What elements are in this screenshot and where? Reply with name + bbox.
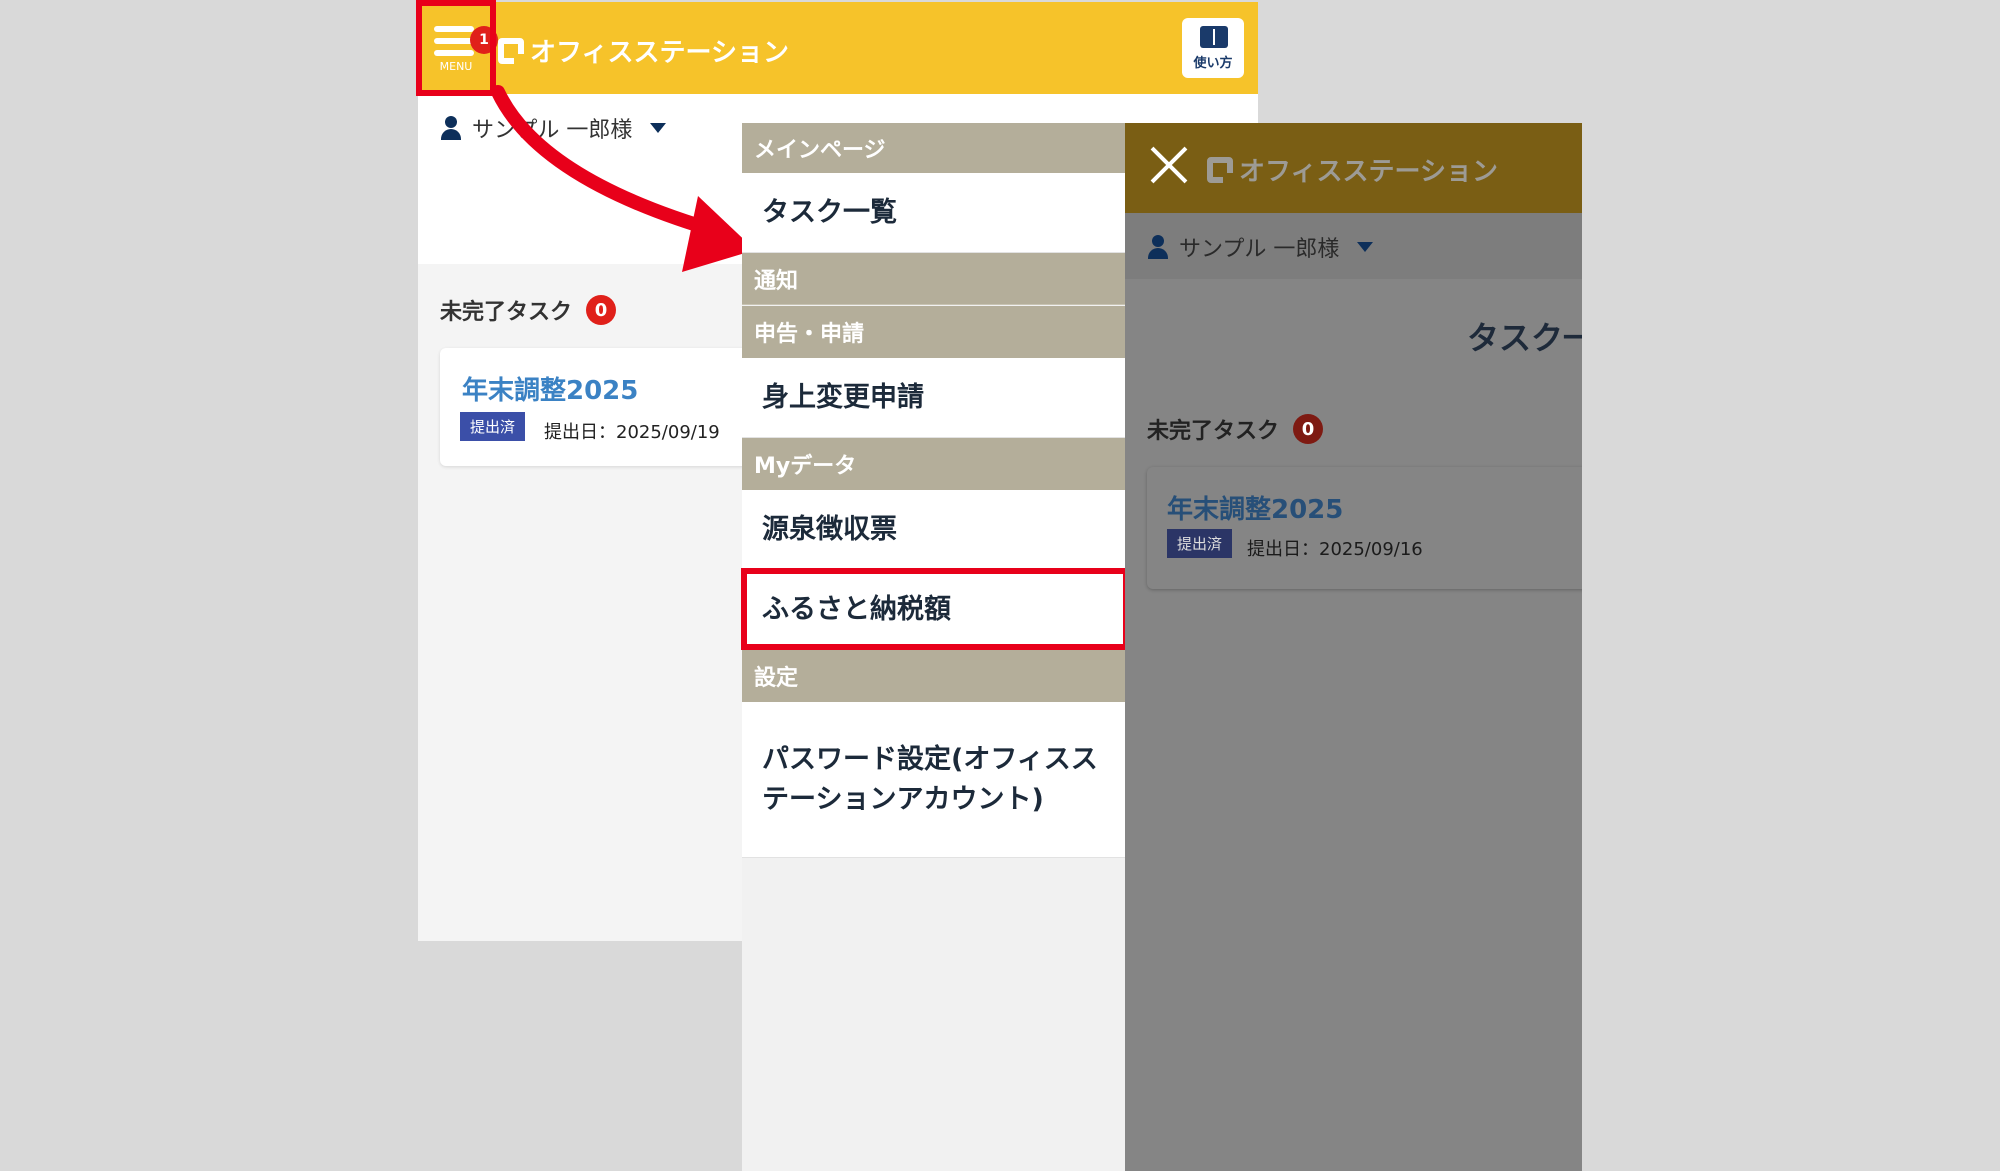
- dimmed-user-name: サンプル 一郎様: [1179, 237, 1340, 262]
- dimmed-task-card: 年末調整2025 提出済 提出日：2025/09/16: [1147, 467, 1582, 589]
- dimmed-incomplete-tasks-label: 未完了タスク: [1147, 419, 1280, 444]
- right-phone-screen-dimmed: オフィスステーション サンプル 一郎様 タスク一 未完了タスク 0 年末調整20…: [1125, 123, 1582, 1171]
- dimmed-incomplete-tasks-header: 未完了タスク 0: [1147, 413, 1324, 445]
- menu-item-withholding-slip[interactable]: 源泉徴収票: [742, 490, 1125, 570]
- menu-section-requests: 申告・申請: [742, 306, 1125, 358]
- dimmed-user-dropdown: サンプル 一郎様: [1147, 231, 1374, 263]
- logo-icon: [1207, 156, 1233, 183]
- menu-item-task-list[interactable]: タスク一覧: [742, 173, 1125, 253]
- page-heading-partial: タスク一: [1467, 319, 1582, 357]
- menu-item-personal-change[interactable]: 身上変更申請: [742, 358, 1125, 438]
- dimmed-task-title: 年末調整2025: [1167, 495, 1344, 525]
- dimmed-app-logo: オフィスステーション: [1207, 151, 1498, 188]
- caret-down-icon: [1357, 242, 1374, 252]
- menu-section-main: メインページ: [742, 123, 1125, 173]
- menu-section-notifications[interactable]: 通知: [742, 253, 1125, 305]
- close-icon[interactable]: [1147, 143, 1191, 187]
- dimmed-app-header: オフィスステーション: [1125, 123, 1582, 213]
- dimmed-task-count-badge: 0: [1293, 414, 1324, 444]
- user-icon: [1147, 235, 1169, 259]
- dimmed-app-name: オフィスステーション: [1239, 157, 1498, 187]
- highlight-box-furusato: [741, 568, 1129, 650]
- dimmed-status-tag: 提出済: [1167, 529, 1233, 558]
- menu-item-password-settings[interactable]: パスワード設定(オフィスステーションアカウント): [742, 702, 1125, 858]
- dimmed-submit-date: 提出日：2025/09/16: [1247, 539, 1423, 560]
- menu-section-settings: 設定: [742, 650, 1125, 702]
- menu-section-mydata: Myデータ: [742, 438, 1125, 490]
